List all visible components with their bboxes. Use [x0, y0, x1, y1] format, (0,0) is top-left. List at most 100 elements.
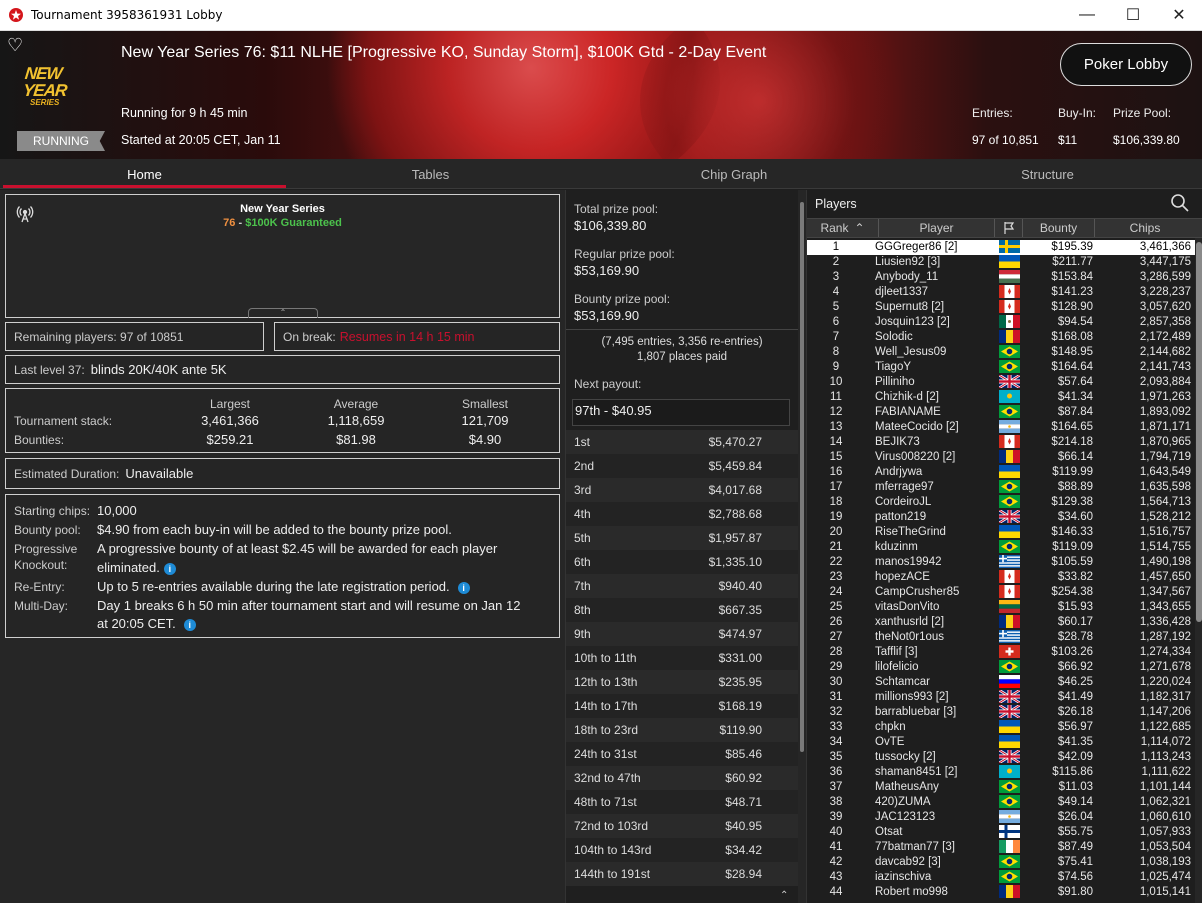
payout-row: 4th $2,788.68	[566, 502, 798, 526]
scroll-up-chevron-icon[interactable]: ⌃	[780, 890, 788, 901]
player-row[interactable]: 28 Tafflif [3] $103.26 1,274,334	[807, 645, 1195, 660]
payout-scroll-thumb[interactable]	[800, 202, 804, 752]
player-row[interactable]: 13 MateeCocido [2] $164.65 1,871,171	[807, 420, 1195, 435]
bounty-smallest: $4.90	[468, 432, 502, 447]
col-country[interactable]	[995, 219, 1023, 237]
search-icon[interactable]	[1170, 193, 1190, 216]
tournament-title: New Year Series 76: $11 NLHE [Progressiv…	[121, 44, 767, 61]
minimize-button[interactable]: —	[1064, 0, 1110, 30]
payout-amount: $34.42	[725, 843, 762, 857]
player-rank: 24	[829, 586, 843, 598]
expand-chevron-icon[interactable]: ⌃	[248, 308, 318, 318]
player-row[interactable]: 42 davcab92 [3] $75.41 1,038,193	[807, 855, 1195, 870]
tab-tables[interactable]: Tables	[288, 159, 573, 189]
player-row[interactable]: 1 GGGreger86 [2] $195.39 3,461,366	[807, 240, 1195, 255]
player-row[interactable]: 31 millions993 [2] $41.49 1,182,317	[807, 688, 1195, 705]
player-row[interactable]: 6 Josquin123 [2] $94.54 2,857,358	[807, 315, 1195, 330]
player-name: kduzinm	[875, 541, 918, 553]
player-name: Robert mo998	[875, 886, 948, 898]
player-row[interactable]: 2 Liusien92 [3] $211.77 3,447,175	[807, 255, 1195, 270]
col-bounty[interactable]: Bounty	[1023, 219, 1095, 237]
player-row[interactable]: 17 mferrage97 $88.89 1,635,598	[807, 480, 1195, 495]
player-row[interactable]: 9 TiagoY $164.64 2,141,743	[807, 360, 1195, 375]
player-name: patton219	[875, 511, 927, 523]
player-chips: 3,461,366	[1139, 241, 1191, 253]
player-name: CampCrusher85	[875, 586, 960, 598]
player-row[interactable]: 18 CordeiroJL $129.38 1,564,713	[807, 495, 1195, 510]
player-row[interactable]: 44 Robert mo998 $91.80 1,015,141	[807, 885, 1195, 900]
player-row[interactable]: 41 77batman77 [3] $87.49 1,053,504	[807, 840, 1195, 855]
player-row[interactable]: 27 theNot0r1ous $28.78 1,287,192	[807, 630, 1195, 645]
player-name: OvTE	[875, 736, 905, 748]
player-row[interactable]: 12 FABIANAME $87.84 1,893,092	[807, 405, 1195, 420]
col-player[interactable]: Player	[879, 219, 995, 237]
player-row[interactable]: 7 Solodic $168.08 2,172,489	[807, 330, 1195, 345]
country-flag-icon	[999, 585, 1020, 598]
payout-place: 144th to 191st	[574, 867, 651, 881]
player-row[interactable]: 33 chpkn $56.97 1,122,685	[807, 720, 1195, 735]
tab-chip-graph[interactable]: Chip Graph	[575, 159, 893, 189]
player-name: Pilliniho	[875, 376, 915, 388]
player-row[interactable]: 11 Chizhik-d [2] $41.34 1,971,263	[807, 390, 1195, 405]
player-row[interactable]: 22 manos19942 $105.59 1,490,198	[807, 555, 1195, 570]
player-row[interactable]: 38 420)ZUMA $49.14 1,062,321	[807, 795, 1195, 810]
player-chips: 3,286,599	[1139, 271, 1191, 283]
player-row[interactable]: 4 djleet1337 $141.23 3,228,237	[807, 285, 1195, 300]
stack-stats-box: Largest Average Smallest Tournament stac…	[5, 388, 560, 453]
payout-row: 10th to 11th $331.00	[566, 646, 798, 670]
player-row[interactable]: 5 Supernut8 [2] $128.90 3,057,620	[807, 300, 1195, 315]
player-name: Solodic	[875, 331, 913, 343]
player-row[interactable]: 21 kduzinm $119.09 1,514,755	[807, 540, 1195, 555]
player-row[interactable]: 34 OvTE $41.35 1,114,072	[807, 735, 1195, 750]
player-row[interactable]: 10 Pilliniho $57.64 2,093,884	[807, 373, 1195, 390]
player-row[interactable]: 15 Virus008220 [2] $66.14 1,794,719	[807, 450, 1195, 465]
player-row[interactable]: 8 Well_Jesus09 $148.95 2,144,682	[807, 345, 1195, 360]
player-name: Schtamcar	[875, 676, 930, 688]
player-row[interactable]: 14 BEJIK73 $214.18 1,870,965	[807, 435, 1195, 450]
country-flag-icon	[999, 405, 1020, 418]
player-chips: 2,857,358	[1139, 316, 1191, 328]
reentry-info-icon[interactable]: i	[457, 581, 470, 594]
players-scroll-thumb[interactable]	[1196, 242, 1202, 622]
multiday-info-icon[interactable]: i	[183, 618, 196, 631]
player-row[interactable]: 40 Otsat $55.75 1,057,933	[807, 825, 1195, 840]
tab-structure[interactable]: Structure	[895, 159, 1200, 189]
pko-info-icon[interactable]: i	[163, 562, 176, 575]
player-row[interactable]: 23 hopezACE $33.82 1,457,650	[807, 570, 1195, 585]
player-row[interactable]: 35 tussocky [2] $42.09 1,113,243	[807, 748, 1195, 765]
maximize-button[interactable]: ☐	[1110, 0, 1156, 30]
players-scrollbar[interactable]	[1195, 238, 1202, 903]
player-row[interactable]: 29 lilofelicio $66.92 1,271,678	[807, 660, 1195, 675]
col-chips[interactable]: Chips	[1095, 219, 1195, 237]
player-rank: 42	[829, 856, 843, 868]
poker-lobby-button[interactable]: Poker Lobby	[1060, 43, 1192, 86]
player-name: Andrjywa	[875, 466, 923, 478]
col-rank[interactable]: Rank ⌃	[807, 219, 879, 237]
close-button[interactable]: ✕	[1156, 0, 1202, 30]
player-bounty: $41.35	[1057, 736, 1093, 748]
bounties-label: Bounties:	[14, 433, 65, 447]
player-row[interactable]: 16 Andrjywa $119.99 1,643,549	[807, 465, 1195, 480]
payout-row: 12th to 13th $235.95	[566, 670, 798, 694]
player-row[interactable]: 3 Anybody_11 $153.84 3,286,599	[807, 270, 1195, 285]
payout-place: 12th to 13th	[574, 675, 638, 689]
player-row[interactable]: 20 RiseTheGrind $146.33 1,516,757	[807, 525, 1195, 540]
player-row[interactable]: 26 xanthusrld [2] $60.17 1,336,428	[807, 615, 1195, 630]
country-flag-icon	[999, 450, 1020, 463]
player-row[interactable]: 43 iazinschiva $74.56 1,025,474	[807, 870, 1195, 885]
player-chips: 2,093,884	[1139, 376, 1191, 388]
player-row[interactable]: 37 MatheusAny $11.03 1,101,144	[807, 780, 1195, 795]
player-row[interactable]: 24 CampCrusher85 $254.38 1,347,567	[807, 585, 1195, 600]
favorite-heart-icon[interactable]: ♡	[7, 35, 23, 56]
player-row[interactable]: 19 patton219 $34.60 1,528,212	[807, 508, 1195, 525]
player-row[interactable]: 32 barrabluebar [3] $26.18 1,147,206	[807, 703, 1195, 720]
payout-scrollbar[interactable]	[798, 190, 806, 903]
player-bounty: $146.33	[1051, 526, 1093, 538]
player-row[interactable]: 25 vitasDonVito $15.93 1,343,655	[807, 600, 1195, 615]
prize-pool-label: Prize Pool:	[1113, 106, 1172, 120]
country-flag-icon	[999, 345, 1020, 358]
player-row[interactable]: 39 JAC123123 $26.04 1,060,610	[807, 810, 1195, 825]
player-row[interactable]: 36 shaman8451 [2] $115.86 1,111,622	[807, 765, 1195, 780]
player-row[interactable]: 30 Schtamcar $46.25 1,220,024	[807, 675, 1195, 690]
payout-place: 48th to 71st	[574, 795, 637, 809]
